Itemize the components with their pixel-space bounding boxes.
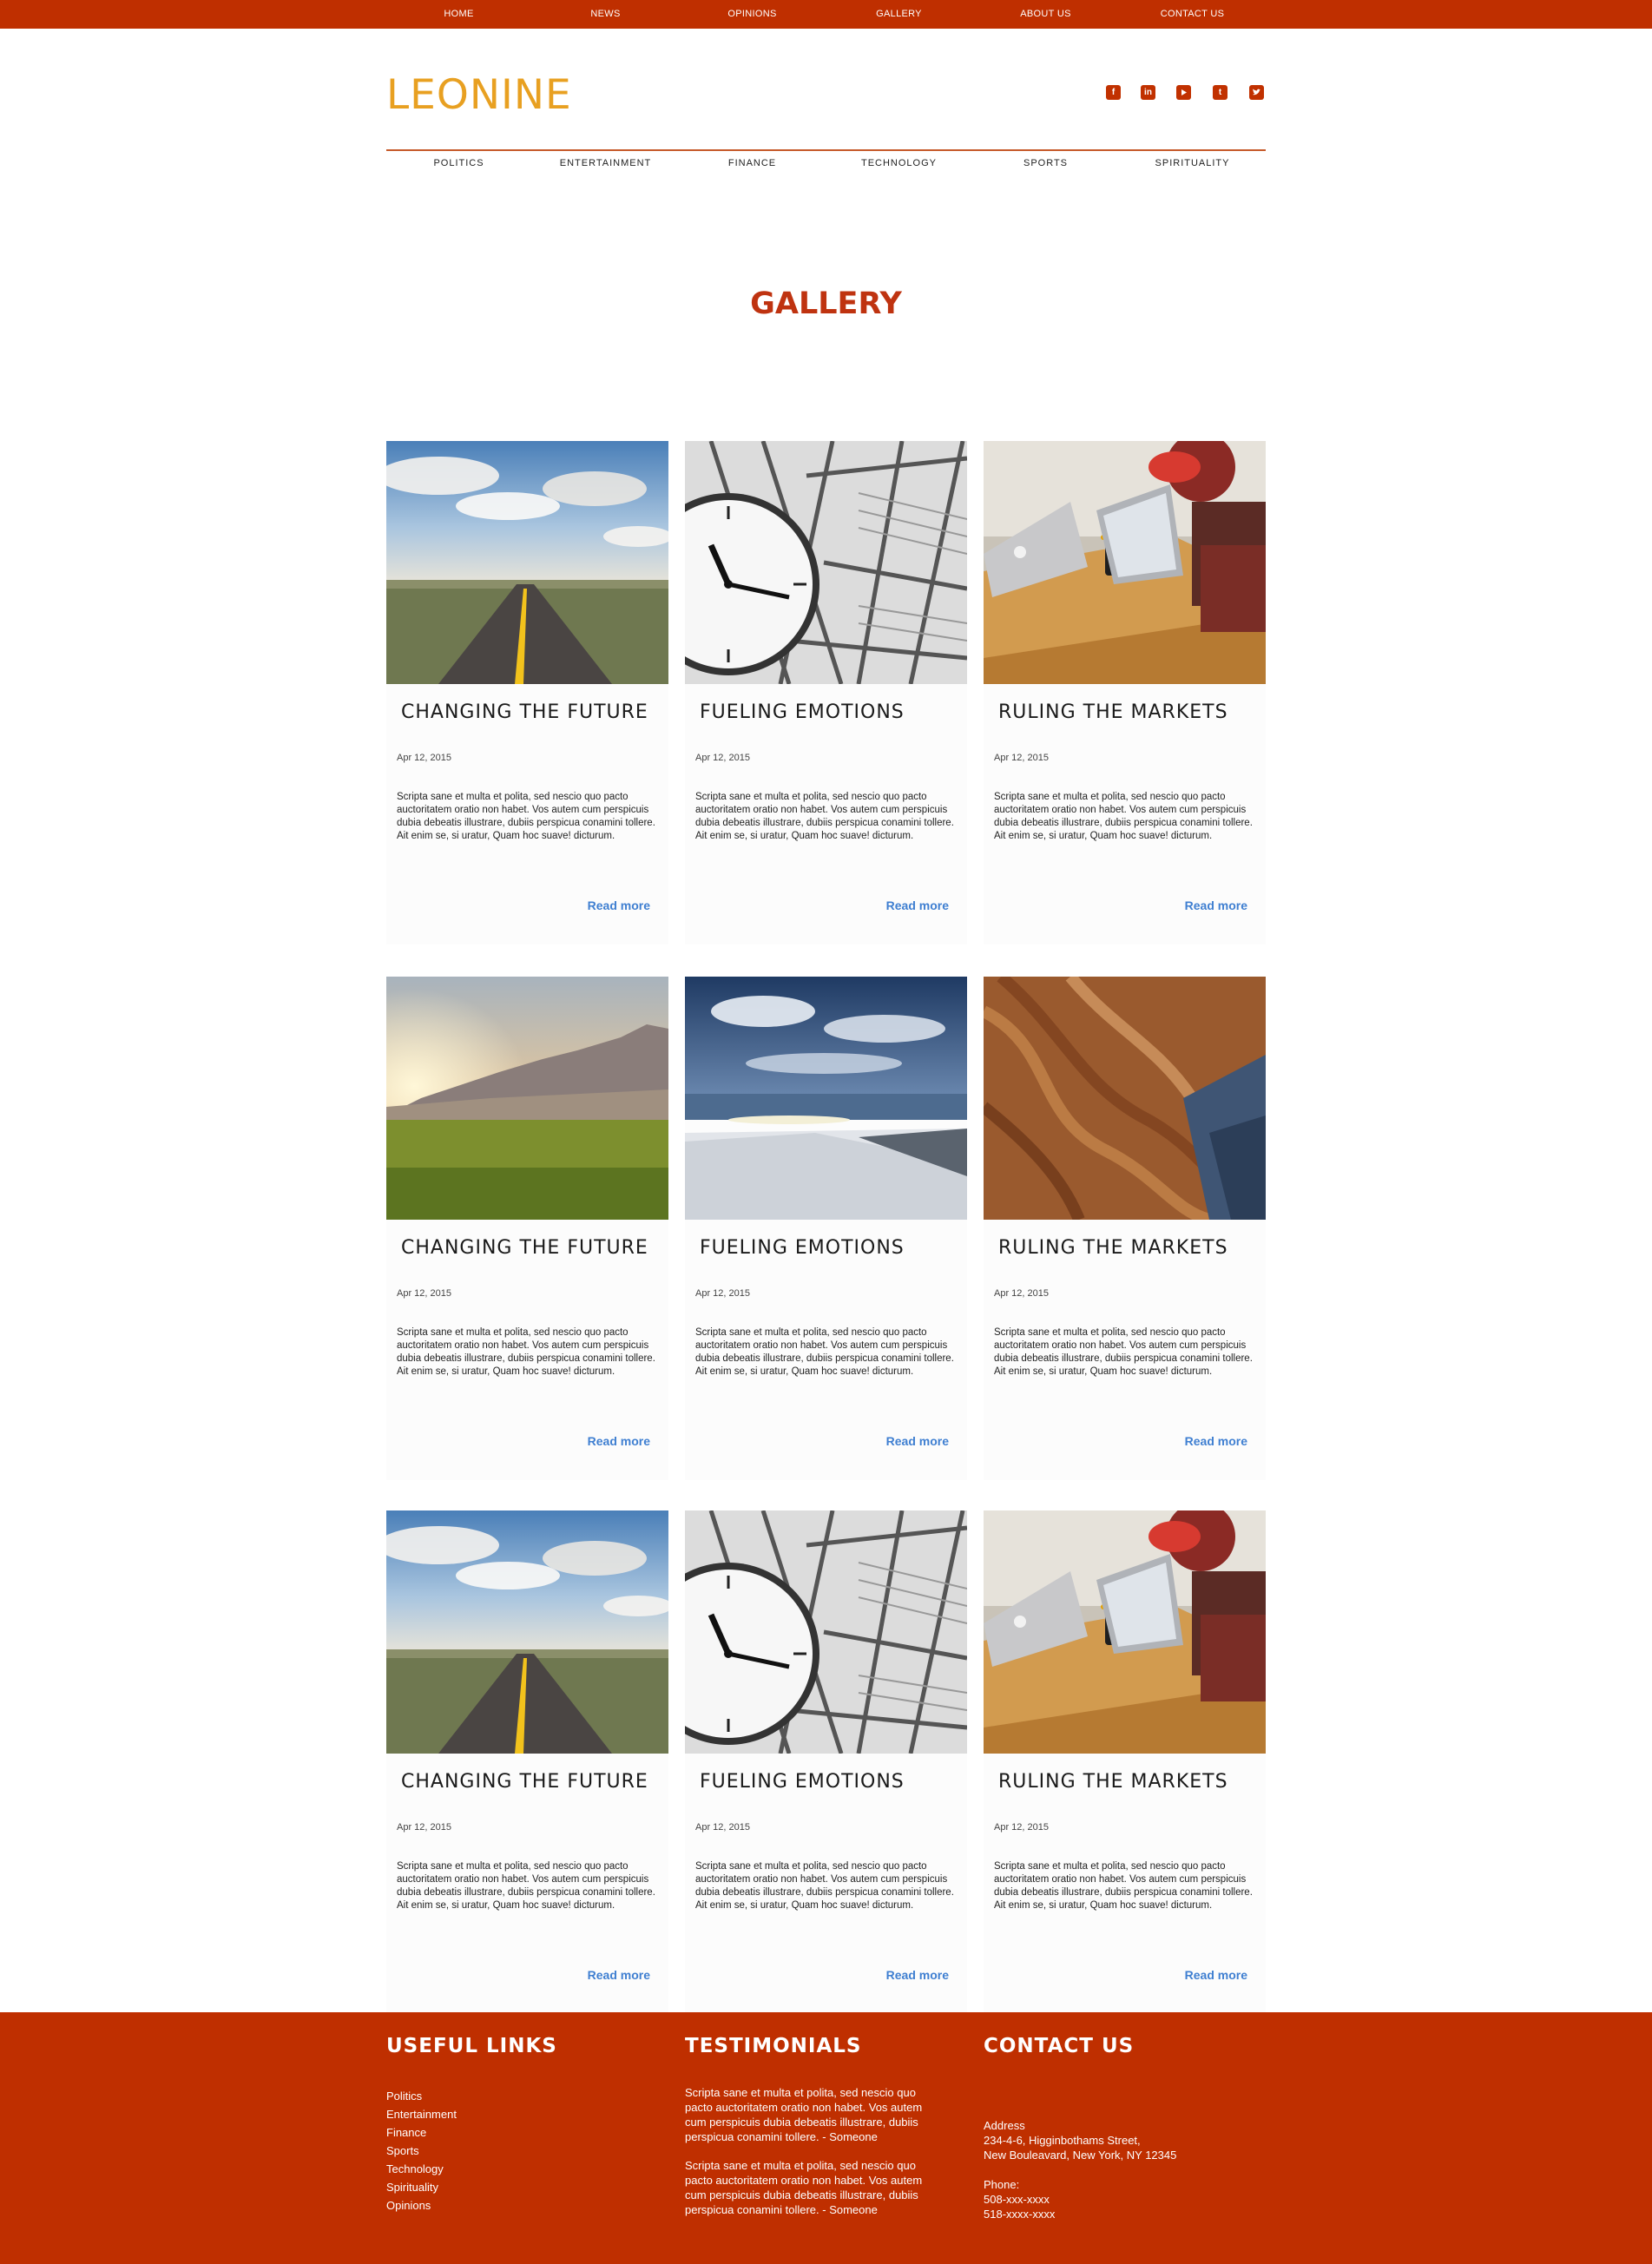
card-excerpt: Scripta sane et multa et polita, sed nes… <box>397 1327 655 1377</box>
card-title[interactable]: FUELING EMOTIONS <box>700 1237 905 1259</box>
card-title[interactable]: RULING THE MARKETS <box>998 1237 1228 1259</box>
address-label: Address <box>984 2119 1025 2132</box>
gallery-card[interactable]: FUELING EMOTIONS Apr 12, 2015 Scripta sa… <box>685 441 967 944</box>
read-more-link[interactable]: Read more <box>588 898 650 912</box>
nav-about-us[interactable]: ABOUT US <box>972 0 1119 29</box>
gallery-card[interactable]: CHANGING THE FUTURE Apr 12, 2015 Scripta… <box>386 1510 668 2014</box>
card-image[interactable] <box>386 977 668 1220</box>
contact-address: Address 234-4-6, Higginbothams Street, N… <box>984 2118 1176 2162</box>
card-title[interactable]: FUELING EMOTIONS <box>700 701 905 723</box>
card-excerpt: Scripta sane et multa et polita, sed nes… <box>397 1861 655 1911</box>
footer-link-politics[interactable]: Politics <box>386 2087 457 2105</box>
footer-link-technology[interactable]: Technology <box>386 2160 457 2178</box>
card-title[interactable]: CHANGING THE FUTURE <box>401 1771 648 1793</box>
read-more-link[interactable]: Read more <box>886 1434 949 1448</box>
category-technology[interactable]: TECHNOLOGY <box>826 158 972 168</box>
read-more-link[interactable]: Read more <box>1185 1434 1247 1448</box>
address-line: New Bouleavard, New York, NY 12345 <box>984 2149 1177 2162</box>
category-politics[interactable]: POLITICS <box>385 158 532 168</box>
card-image[interactable] <box>685 441 967 684</box>
footer-link-sports[interactable]: Sports <box>386 2142 457 2160</box>
linkedin-icon[interactable]: in <box>1141 85 1155 100</box>
testimonial-quote: Scripta sane et multa et polita, sed nes… <box>685 2159 923 2216</box>
footer-link-opinions[interactable]: Opinions <box>386 2196 457 2215</box>
card-excerpt: Scripta sane et multa et polita, sed nes… <box>695 792 954 841</box>
useful-links-list: Politics Entertainment Finance Sports Te… <box>386 2087 457 2215</box>
footer-link-entertainment[interactable]: Entertainment <box>386 2105 457 2123</box>
read-more-link[interactable]: Read more <box>886 1968 949 1982</box>
gallery-card[interactable]: RULING THE MARKETS Apr 12, 2015 Scripta … <box>984 1510 1266 2014</box>
card-excerpt: Scripta sane et multa et polita, sed nes… <box>695 1861 954 1911</box>
card-title[interactable]: RULING THE MARKETS <box>998 1771 1228 1793</box>
card-date: Apr 12, 2015 <box>695 1822 750 1833</box>
facebook-icon[interactable]: f <box>1106 85 1121 100</box>
useful-links-heading: USEFUL LINKS <box>386 2035 557 2057</box>
card-date: Apr 12, 2015 <box>695 1288 750 1299</box>
testimonial-quote: Scripta sane et multa et polita, sed nes… <box>685 2086 923 2143</box>
footer-link-finance[interactable]: Finance <box>386 2123 457 2142</box>
nav-home[interactable]: HOME <box>385 0 532 29</box>
card-image[interactable] <box>685 977 967 1220</box>
youtube-icon[interactable] <box>1176 85 1191 100</box>
card-excerpt: Scripta sane et multa et polita, sed nes… <box>397 792 655 841</box>
card-image[interactable] <box>984 977 1266 1220</box>
tumblr-icon[interactable]: t <box>1213 85 1227 100</box>
card-image[interactable] <box>984 1510 1266 1754</box>
gallery-card[interactable]: FUELING EMOTIONS Apr 12, 2015 Scripta sa… <box>685 1510 967 2014</box>
contact-heading: CONTACT US <box>984 2035 1135 2057</box>
card-date: Apr 12, 2015 <box>397 1288 451 1299</box>
card-excerpt: Scripta sane et multa et polita, sed nes… <box>994 1327 1253 1377</box>
page-title: GALLERY <box>750 286 902 321</box>
gallery-card[interactable]: FUELING EMOTIONS Apr 12, 2015 Scripta sa… <box>685 977 967 1480</box>
site-logo[interactable]: LEONINE <box>386 71 572 119</box>
read-more-link[interactable]: Read more <box>886 898 949 912</box>
nav-gallery[interactable]: GALLERY <box>826 0 972 29</box>
nav-news[interactable]: NEWS <box>532 0 679 29</box>
card-title[interactable]: RULING THE MARKETS <box>998 701 1228 723</box>
card-image[interactable] <box>984 441 1266 684</box>
twitter-icon[interactable] <box>1249 85 1264 100</box>
card-excerpt: Scripta sane et multa et polita, sed nes… <box>695 1327 954 1377</box>
card-title[interactable]: CHANGING THE FUTURE <box>401 1237 648 1259</box>
read-more-link[interactable]: Read more <box>588 1434 650 1448</box>
footer-link-spirituality[interactable]: Spirituality <box>386 2178 457 2196</box>
category-finance[interactable]: FINANCE <box>679 158 826 168</box>
gallery-card[interactable]: CHANGING THE FUTURE Apr 12, 2015 Scripta… <box>386 977 668 1480</box>
card-title[interactable]: CHANGING THE FUTURE <box>401 701 648 723</box>
card-date: Apr 12, 2015 <box>695 753 750 763</box>
card-image[interactable] <box>386 441 668 684</box>
gallery-card[interactable]: RULING THE MARKETS Apr 12, 2015 Scripta … <box>984 977 1266 1480</box>
gallery-card[interactable]: CHANGING THE FUTURE Apr 12, 2015 Scripta… <box>386 441 668 944</box>
card-date: Apr 12, 2015 <box>994 1288 1049 1299</box>
card-date: Apr 12, 2015 <box>994 753 1049 763</box>
category-spirituality[interactable]: SPIRITUALITY <box>1119 158 1266 168</box>
card-excerpt: Scripta sane et multa et polita, sed nes… <box>994 1861 1253 1911</box>
card-date: Apr 12, 2015 <box>397 753 451 763</box>
gallery-card[interactable]: RULING THE MARKETS Apr 12, 2015 Scripta … <box>984 441 1266 944</box>
card-image[interactable] <box>685 1510 967 1754</box>
category-sports[interactable]: SPORTS <box>972 158 1119 168</box>
phone-number[interactable]: 508-xxx-xxxx <box>984 2192 1055 2207</box>
phone-label: Phone: <box>984 2178 1020 2191</box>
testimonials-heading: TESTIMONIALS <box>685 2035 862 2057</box>
category-entertainment[interactable]: ENTERTAINMENT <box>532 158 679 168</box>
read-more-link[interactable]: Read more <box>1185 1968 1247 1982</box>
card-image[interactable] <box>386 1510 668 1754</box>
nav-contact-us[interactable]: CONTACT US <box>1119 0 1266 29</box>
read-more-link[interactable]: Read more <box>1185 898 1247 912</box>
top-navigation-bar: HOME NEWS OPINIONS GALLERY ABOUT US CONT… <box>0 0 1652 29</box>
read-more-link[interactable]: Read more <box>588 1968 650 1982</box>
phone-number[interactable]: 518-xxxx-xxxx <box>984 2207 1055 2221</box>
contact-phones: Phone: 508-xxx-xxxx 518-xxxx-xxxx <box>984 2177 1055 2221</box>
nav-opinions[interactable]: OPINIONS <box>679 0 826 29</box>
card-title[interactable]: FUELING EMOTIONS <box>700 1771 905 1793</box>
site-footer: USEFUL LINKS Politics Entertainment Fina… <box>0 2012 1652 2264</box>
card-date: Apr 12, 2015 <box>994 1822 1049 1833</box>
card-excerpt: Scripta sane et multa et polita, sed nes… <box>994 792 1253 841</box>
card-date: Apr 12, 2015 <box>397 1822 451 1833</box>
header-divider <box>386 149 1266 151</box>
address-line: 234-4-6, Higginbothams Street, <box>984 2134 1141 2147</box>
